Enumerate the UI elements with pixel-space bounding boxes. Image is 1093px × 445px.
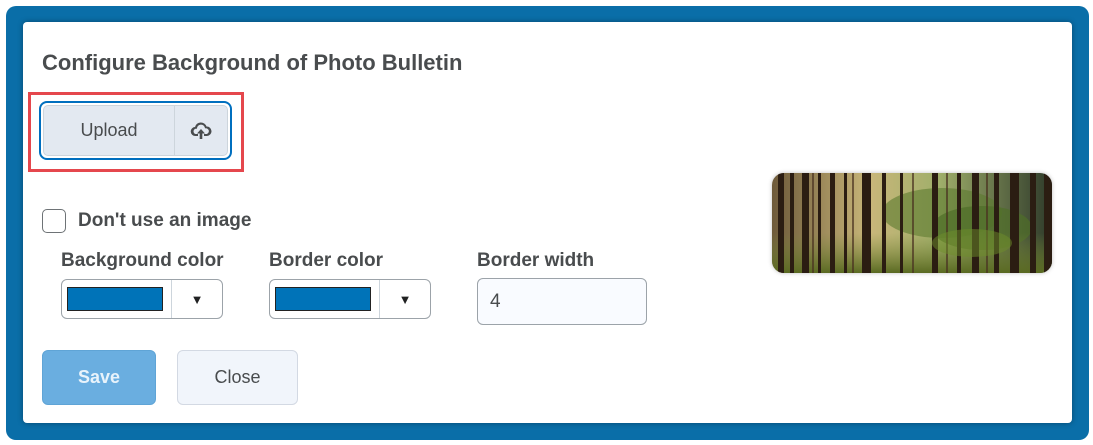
border-width-input[interactable]	[477, 278, 647, 325]
upload-button-inner[interactable]: Upload	[43, 105, 228, 156]
cloud-upload-icon	[190, 121, 212, 139]
border-color-picker[interactable]: ▼	[269, 279, 431, 319]
configure-background-dialog: Configure Background of Photo Bulletin U…	[23, 22, 1072, 423]
close-button[interactable]: Close	[177, 350, 298, 405]
no-image-option: Don't use an image	[42, 209, 251, 233]
border-color-swatch-area[interactable]	[270, 280, 380, 318]
border-color-label: Border color	[269, 250, 384, 271]
upload-button[interactable]: Upload	[44, 106, 174, 155]
no-image-label[interactable]: Don't use an image	[78, 210, 251, 232]
background-color-swatch-area[interactable]	[62, 280, 172, 318]
border-width-label: Border width	[477, 250, 595, 271]
background-image-preview	[772, 173, 1052, 273]
border-color-swatch	[275, 287, 371, 311]
upload-icon-button[interactable]	[174, 106, 227, 155]
forest-image	[772, 173, 1052, 273]
chevron-down-icon[interactable]: ▼	[172, 280, 222, 318]
background-color-picker[interactable]: ▼	[61, 279, 223, 319]
background-color-swatch	[67, 287, 163, 311]
chevron-down-icon[interactable]: ▼	[380, 280, 430, 318]
dialog-title: Configure Background of Photo Bulletin	[42, 50, 463, 75]
save-button[interactable]: Save	[42, 350, 156, 405]
upload-button-group[interactable]: Upload	[39, 101, 232, 160]
background-color-label: Background color	[61, 250, 224, 271]
no-image-checkbox[interactable]	[42, 209, 66, 233]
